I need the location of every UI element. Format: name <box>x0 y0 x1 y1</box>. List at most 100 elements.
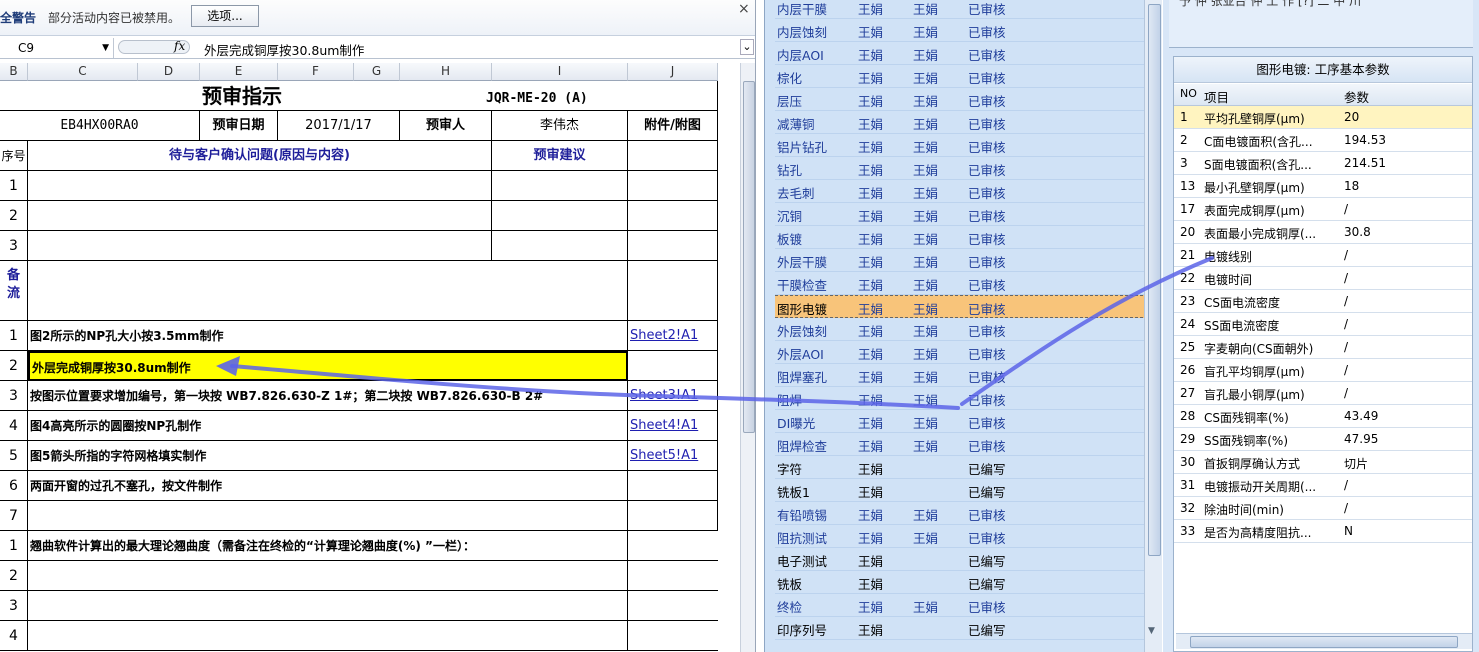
attach-link-cell[interactable] <box>628 471 718 501</box>
chevron-down-icon[interactable]: ▼ <box>102 38 109 58</box>
attach-cell[interactable] <box>628 201 718 231</box>
params-horizontal-scrollbar[interactable] <box>1176 633 1472 649</box>
reviewer-name[interactable]: 李伟杰 <box>492 111 628 141</box>
item-number[interactable]: 1 <box>0 531 28 561</box>
item-number[interactable]: 7 <box>0 501 28 531</box>
process-row[interactable]: 干膜检查 王娟 王娟 已审核 <box>775 272 1153 295</box>
column-header-i[interactable]: I <box>492 63 628 81</box>
process-row[interactable]: 阻抗测试 王娟 王娟 已审核 <box>775 525 1153 548</box>
sheet-link[interactable]: Sheet4!A1 <box>628 418 698 433</box>
item-number[interactable]: 3 <box>0 381 28 411</box>
attach-cell[interactable] <box>628 531 718 561</box>
param-row[interactable]: 23 CS面电流密度 / <box>1174 290 1472 313</box>
item-number[interactable]: 2 <box>0 351 28 381</box>
col-item-header[interactable]: 项目 <box>1204 87 1229 106</box>
process-row-selected[interactable]: 图形电镀 王娟 王娟 已审核 <box>775 295 1153 318</box>
warp-issue-cell[interactable] <box>28 621 628 651</box>
column-header-d[interactable]: D <box>138 63 200 81</box>
reviewer-label[interactable]: 预审人 <box>400 111 492 141</box>
attach-cell[interactable] <box>628 561 718 591</box>
issue-cell[interactable] <box>28 171 492 201</box>
issue-cell[interactable] <box>28 231 492 261</box>
name-box[interactable]: C9 ▼ <box>0 38 114 58</box>
param-row[interactable]: 24 SS面电流密度 / <box>1174 313 1472 336</box>
param-row[interactable]: 32 除油时间(min) / <box>1174 497 1472 520</box>
issue-cell[interactable]: 图2所示的NP孔大小按3.5mm制作 <box>28 321 628 351</box>
process-row[interactable]: 板镀 王娟 王娟 已审核 <box>775 226 1153 249</box>
process-row[interactable]: 内层AOI 王娟 王娟 已审核 <box>775 42 1153 65</box>
param-row[interactable]: 29 SS面残铜率(%) 47.95 <box>1174 428 1472 451</box>
attach-link-cell[interactable]: Sheet3!A1 <box>628 381 718 411</box>
param-row[interactable]: 30 首扳铜厚确认方式 切片 <box>1174 451 1472 474</box>
column-header-h[interactable]: H <box>400 63 492 81</box>
process-row[interactable]: 阻焊 王娟 王娟 已审核 <box>775 387 1153 410</box>
attach-link-cell[interactable]: Sheet5!A1 <box>628 441 718 471</box>
column-header-e[interactable]: E <box>200 63 278 81</box>
param-row[interactable]: 28 CS面残铜率(%) 43.49 <box>1174 405 1472 428</box>
title-blank-j[interactable] <box>628 81 718 111</box>
attach-cell[interactable] <box>628 591 718 621</box>
item-number[interactable]: 4 <box>0 621 28 651</box>
item-number[interactable]: 6 <box>0 471 28 501</box>
col-value-header[interactable]: 参数 <box>1344 87 1369 106</box>
issue-cell[interactable]: 图4高亮所示的圆圈按NP孔制作 <box>28 411 628 441</box>
warp-issue-cell[interactable] <box>28 591 628 621</box>
excel-vertical-scrollbar[interactable] <box>740 63 755 652</box>
expand-formula-bar-icon[interactable]: ⌄ <box>740 39 754 55</box>
attach-cell[interactable] <box>628 231 718 261</box>
row-number[interactable]: 1 <box>0 171 28 201</box>
options-button[interactable]: 选项... <box>191 5 259 27</box>
selected-issue-cell[interactable]: 外层完成铜厚按30.8um制作 <box>28 351 628 381</box>
param-row[interactable]: 25 字麦朝向(CS面朝外) / <box>1174 336 1472 359</box>
issue-cell[interactable]: 图5箭头所指的字符网格填实制作 <box>28 441 628 471</box>
process-row[interactable]: 铝片钻孔 王娟 王娟 已审核 <box>775 134 1153 157</box>
row-number[interactable]: 2 <box>0 201 28 231</box>
attach-link-cell[interactable]: Sheet4!A1 <box>628 411 718 441</box>
item-number[interactable]: 5 <box>0 441 28 471</box>
process-row[interactable]: 外层干膜 王娟 王娟 已审核 <box>775 249 1153 272</box>
param-row[interactable]: 20 表面最小完成铜厚(... 30.8 <box>1174 221 1472 244</box>
column-header-b[interactable]: B <box>0 63 28 81</box>
item-number[interactable]: 2 <box>0 561 28 591</box>
process-row[interactable]: 电子测试 王娟 已编写 <box>775 548 1153 571</box>
remark-attach[interactable] <box>628 261 718 321</box>
process-row[interactable]: 阻焊检查 王娟 王娟 已审核 <box>775 433 1153 456</box>
issue-header[interactable]: 待与客户确认问题(原因与内容) <box>28 141 492 171</box>
process-row[interactable]: 层压 王娟 王娟 已审核 <box>775 88 1153 111</box>
scrollbar-thumb[interactable] <box>1190 636 1458 648</box>
attach-link-cell[interactable] <box>628 351 718 381</box>
scrollbar-thumb[interactable] <box>743 81 755 433</box>
warp-issue-cell[interactable]: 翘曲软件计算出的最大理论翘曲度（需备注在终检的“计算理论翘曲度(%) ”一栏）： <box>28 531 628 561</box>
issue-cell[interactable]: 两面开窗的过孔不塞孔，按文件制作 <box>28 471 628 501</box>
column-header-c[interactable]: C <box>28 63 138 81</box>
item-number[interactable]: 3 <box>0 591 28 621</box>
sheet-link[interactable]: Sheet3!A1 <box>628 388 698 403</box>
sheet-link[interactable]: Sheet5!A1 <box>628 448 698 463</box>
param-row[interactable]: 3 S面电镀面积(含孔... 214.51 <box>1174 152 1472 175</box>
issue-cell[interactable]: 按图示位置要求增加编号，第一块按 WB7.826.630-Z 1#；第二块按 W… <box>28 381 628 411</box>
attach-cell[interactable] <box>628 621 718 651</box>
param-row[interactable]: 17 表面完成铜厚(μm) / <box>1174 198 1472 221</box>
process-row[interactable]: DI曝光 王娟 王娟 已审核 <box>775 410 1153 433</box>
issue-cell[interactable] <box>28 201 492 231</box>
worksheet-grid[interactable]: 预审指示 JQR-ME-20 (A) EB4HX00RA0 预审日期 2017/1/17… <box>0 81 740 652</box>
item-number[interactable]: 1 <box>0 321 28 351</box>
process-row[interactable]: 外层蚀刻 王娟 王娟 已审核 <box>775 318 1153 341</box>
param-row[interactable]: 1 平均孔壁铜厚(μm) 20 <box>1174 106 1472 129</box>
warp-issue-cell[interactable] <box>28 561 628 591</box>
process-row[interactable]: 内层蚀刻 王娟 王娟 已审核 <box>775 19 1153 42</box>
fx-icon[interactable]: fx <box>174 39 185 53</box>
close-icon[interactable]: × <box>738 1 750 17</box>
process-row[interactable]: 钻孔 王娟 王娟 已审核 <box>775 157 1153 180</box>
review-date[interactable]: 2017/1/17 <box>278 111 400 141</box>
attach-link-cell[interactable] <box>628 501 718 531</box>
param-row[interactable]: 21 电镀线别 / <box>1174 244 1472 267</box>
param-row[interactable]: 33 是否为高精度阻抗... N <box>1174 520 1472 543</box>
process-row[interactable]: 沉铜 王娟 王娟 已审核 <box>775 203 1153 226</box>
column-header-g[interactable]: G <box>354 63 400 81</box>
scrollbar-thumb[interactable] <box>1148 4 1161 556</box>
process-row[interactable]: 外层AOI 王娟 王娟 已审核 <box>775 341 1153 364</box>
col-no-header[interactable]: NO <box>1180 87 1197 100</box>
process-row[interactable]: 棕化 王娟 王娟 已审核 <box>775 65 1153 88</box>
process-row[interactable]: 去毛刺 王娟 王娟 已审核 <box>775 180 1153 203</box>
